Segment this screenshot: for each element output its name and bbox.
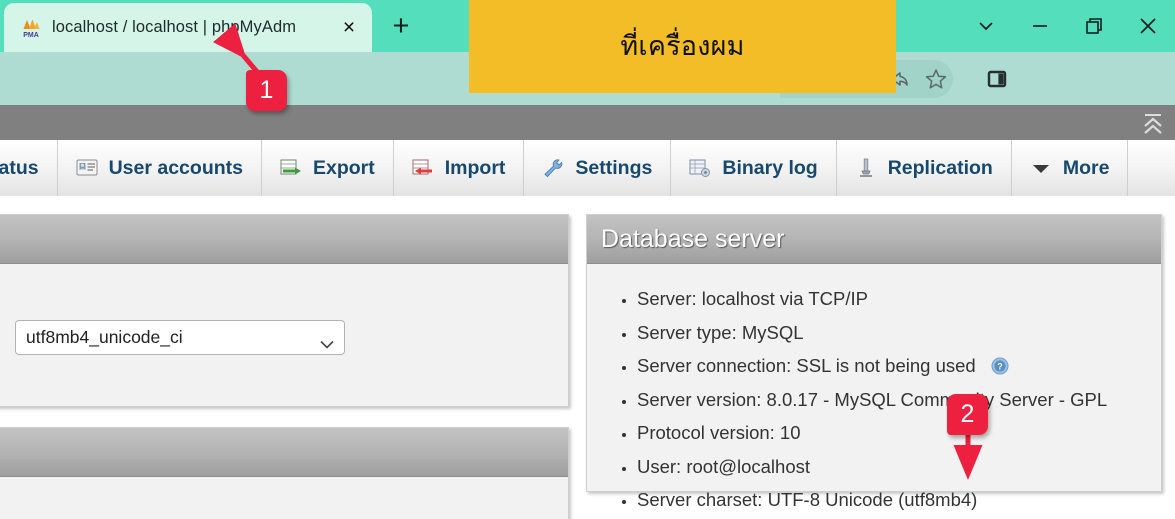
chevron-down-icon [320, 333, 334, 349]
browser-tab-title: localhost / localhost | phpMyAdm [52, 18, 297, 36]
nav-tab-export[interactable]: Export [262, 140, 394, 196]
database-server-title: Database server [601, 224, 785, 253]
nav-tab-settings[interactable]: Settings [524, 140, 672, 196]
tab-close-icon[interactable]: × [336, 15, 362, 41]
browser-window: PMA localhost / localhost | phpMyAdm × + [0, 0, 1175, 519]
svg-text:PMA: PMA [23, 32, 39, 39]
import-icon [412, 158, 434, 178]
list-item: Server charset: UTF-8 Unicode (utf8mb4) [637, 489, 1145, 510]
user-value: User: root@localhost [637, 455, 811, 477]
nav-tab-binary-log[interactable]: Binary log [671, 140, 837, 196]
new-tab-button[interactable]: + [385, 10, 417, 42]
nav-tab-label: Replication [887, 156, 993, 179]
chevron-down-icon[interactable] [959, 0, 1013, 52]
database-server-list: Server: localhost via TCP/IP Server type… [603, 288, 1145, 510]
server-type-value: Server type: MySQL [637, 321, 804, 343]
collation-select-value: utf8mb4_unicode_ci [26, 327, 183, 347]
export-icon [280, 158, 302, 178]
nav-tab-label: tatus [0, 156, 39, 179]
list-item: Protocol version: 10 [637, 422, 1145, 443]
callout-arrow-2 [953, 429, 983, 480]
page-content: utf8mb4_unicode_ci Database server • Ser… [0, 196, 1175, 519]
callout-badge-number: 2 [960, 400, 975, 428]
server-version-value: Server version: 8.0.17 - MySQL Community… [637, 388, 1108, 410]
collation-select[interactable]: utf8mb4_unicode_ci [15, 320, 345, 355]
side-panel-icon[interactable] [978, 60, 1016, 98]
star-icon[interactable] [917, 60, 955, 98]
nav-tab-label: Settings [575, 156, 653, 179]
nav-tab-import[interactable]: Import [394, 140, 525, 196]
nav-tab-label: User accounts [108, 156, 243, 179]
pma-logo-icon: PMA [20, 17, 42, 39]
server-connection-value: Server connection: SSL is not being used [637, 355, 976, 376]
annotation-banner-text: ที่เครื่องผม [620, 31, 745, 61]
svg-text:?: ? [997, 362, 1003, 372]
nav-tab-label: Import [444, 156, 506, 179]
phpmyadmin-nav-tabs: tatus User accounts [0, 140, 1175, 197]
nav-tab-label: Binary log [722, 156, 818, 179]
database-server-panel: Database server Server: localhost via TC… [586, 214, 1162, 509]
annotation-banner: ที่เครื่องผม [469, 0, 896, 93]
collation-panel: utf8mb4_unicode_ci [0, 214, 569, 407]
close-icon[interactable] [1121, 0, 1175, 52]
secondary-panel-body [0, 477, 568, 519]
binary-log-icon [689, 158, 711, 178]
secondary-panel-header [0, 428, 568, 477]
nav-tab-status[interactable]: tatus [0, 140, 58, 196]
callout-badge-2: 2 [947, 394, 988, 435]
nav-tab-label: Export [312, 156, 375, 179]
list-item: Server: localhost via TCP/IP [637, 288, 1145, 309]
callout-badge-number: 1 [259, 76, 274, 104]
window-controls [959, 0, 1175, 52]
help-icon[interactable]: ? [991, 357, 1009, 375]
server-host-value: Server: localhost via TCP/IP [637, 288, 868, 309]
list-item: Server type: MySQL [637, 321, 1145, 343]
secondary-panel [0, 427, 569, 519]
browser-tab-active[interactable]: PMA localhost / localhost | phpMyAdm × [4, 3, 372, 52]
list-item: Server connection: SSL is not being used… [637, 355, 1145, 376]
nav-tab-label: More [1062, 156, 1110, 179]
restore-icon[interactable] [1067, 0, 1121, 52]
minimize-icon[interactable] [1013, 0, 1067, 52]
collation-panel-body: utf8mb4_unicode_ci [0, 264, 568, 369]
wrench-icon [542, 158, 564, 178]
replication-icon [855, 158, 877, 178]
nav-tab-more[interactable]: More [1012, 140, 1129, 196]
collapse-up-icon[interactable] [1139, 110, 1167, 136]
database-server-body: Server: localhost via TCP/IP Server type… [587, 264, 1161, 519]
caret-down-icon [1030, 158, 1052, 178]
page-top-band [0, 105, 1175, 140]
callout-badge-1: 1 [246, 70, 287, 111]
user-accounts-icon [76, 158, 98, 178]
server-charset-value: Server charset: UTF-8 Unicode (utf8mb4) [637, 489, 978, 510]
database-server-header: Database server [587, 215, 1161, 264]
list-item: User: root@localhost [637, 455, 1145, 477]
nav-tab-user-accounts[interactable]: User accounts [58, 140, 262, 196]
list-item: Server version: 8.0.17 - MySQL Community… [637, 388, 1145, 410]
collation-panel-header [0, 215, 568, 264]
protocol-version-value: Protocol version: 10 [637, 422, 801, 443]
nav-tab-replication[interactable]: Replication [837, 140, 1012, 196]
